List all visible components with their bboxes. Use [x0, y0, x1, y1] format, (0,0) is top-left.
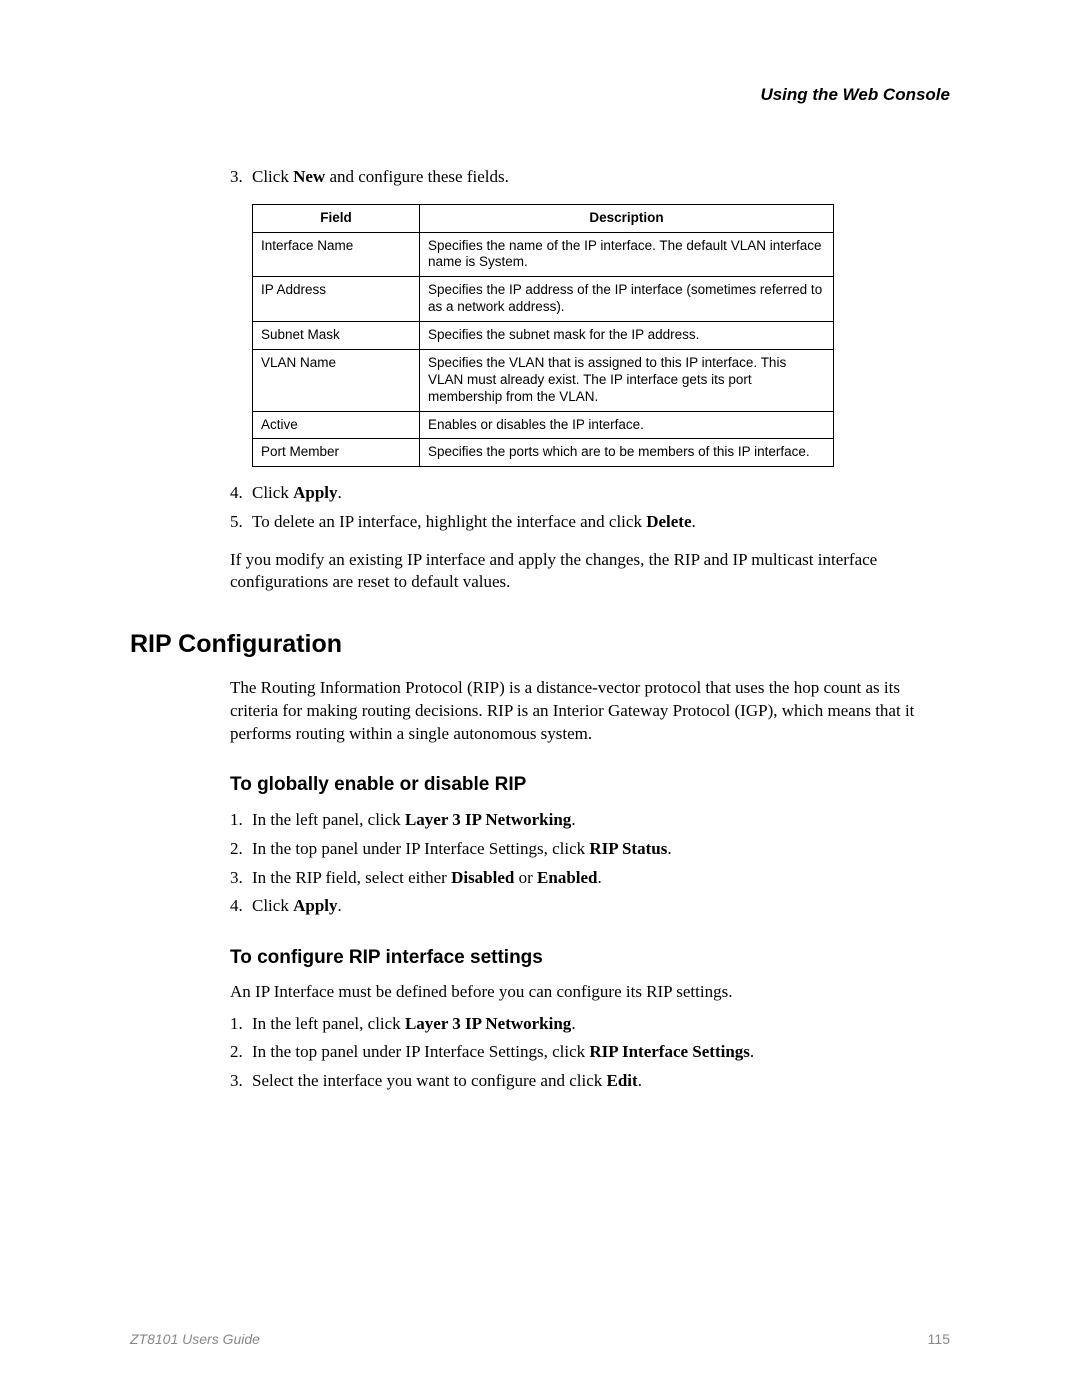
list-item: 3.Select the interface you want to confi… — [230, 1069, 950, 1094]
table-row: Interface NameSpecifies the name of the … — [253, 232, 834, 277]
step-3: 3.Click New and configure these fields. — [230, 165, 950, 190]
footer-guide-title: ZT8101 Users Guide — [130, 1331, 260, 1347]
table-row: ActiveEnables or disables the IP interfa… — [253, 411, 834, 439]
th-field: Field — [253, 204, 420, 232]
subheading-rip-interface: To configure RIP interface settings — [230, 947, 950, 969]
step-4: 4.Click Apply. — [230, 481, 950, 506]
fields-table: Field Description Interface NameSpecifie… — [252, 204, 834, 468]
steps-before-table: 3.Click New and configure these fields. — [230, 165, 950, 190]
steps-enable-rip: 1.In the left panel, click Layer 3 IP Ne… — [230, 808, 950, 919]
list-item: 3.In the RIP field, select either Disabl… — [230, 866, 950, 891]
page: Using the Web Console 3.Click New and co… — [0, 0, 1080, 1397]
steps-after-table: 4.Click Apply. 5.To delete an IP interfa… — [230, 481, 950, 534]
table-row: VLAN NameSpecifies the VLAN that is assi… — [253, 349, 834, 411]
table-row: Subnet MaskSpecifies the subnet mask for… — [253, 322, 834, 350]
list-item: 1.In the left panel, click Layer 3 IP Ne… — [230, 1012, 950, 1037]
subheading-enable-rip: To globally enable or disable RIP — [230, 774, 950, 796]
page-footer: ZT8101 Users Guide 115 — [130, 1331, 950, 1347]
step-5: 5.To delete an IP interface, highlight t… — [230, 510, 950, 535]
table-row: IP AddressSpecifies the IP address of th… — [253, 277, 834, 322]
footer-page-number: 115 — [928, 1331, 950, 1347]
rip-interface-intro: An IP Interface must be defined before y… — [230, 981, 950, 1004]
table-row: Port MemberSpecifies the ports which are… — [253, 439, 834, 467]
rip-intro-paragraph: The Routing Information Protocol (RIP) i… — [230, 677, 950, 746]
content-area: 3.Click New and configure these fields. … — [130, 165, 950, 1094]
list-item: 1.In the left panel, click Layer 3 IP Ne… — [230, 808, 950, 833]
running-header: Using the Web Console — [130, 85, 950, 105]
list-item: 4.Click Apply. — [230, 894, 950, 919]
list-item: 2.In the top panel under IP Interface Se… — [230, 1040, 950, 1065]
table-header-row: Field Description — [253, 204, 834, 232]
section-heading-rip: RIP Configuration — [130, 630, 950, 659]
list-item: 2.In the top panel under IP Interface Se… — [230, 837, 950, 862]
steps-rip-interface: 1.In the left panel, click Layer 3 IP Ne… — [230, 1012, 950, 1094]
th-description: Description — [420, 204, 834, 232]
note-paragraph: If you modify an existing IP interface a… — [230, 549, 950, 595]
